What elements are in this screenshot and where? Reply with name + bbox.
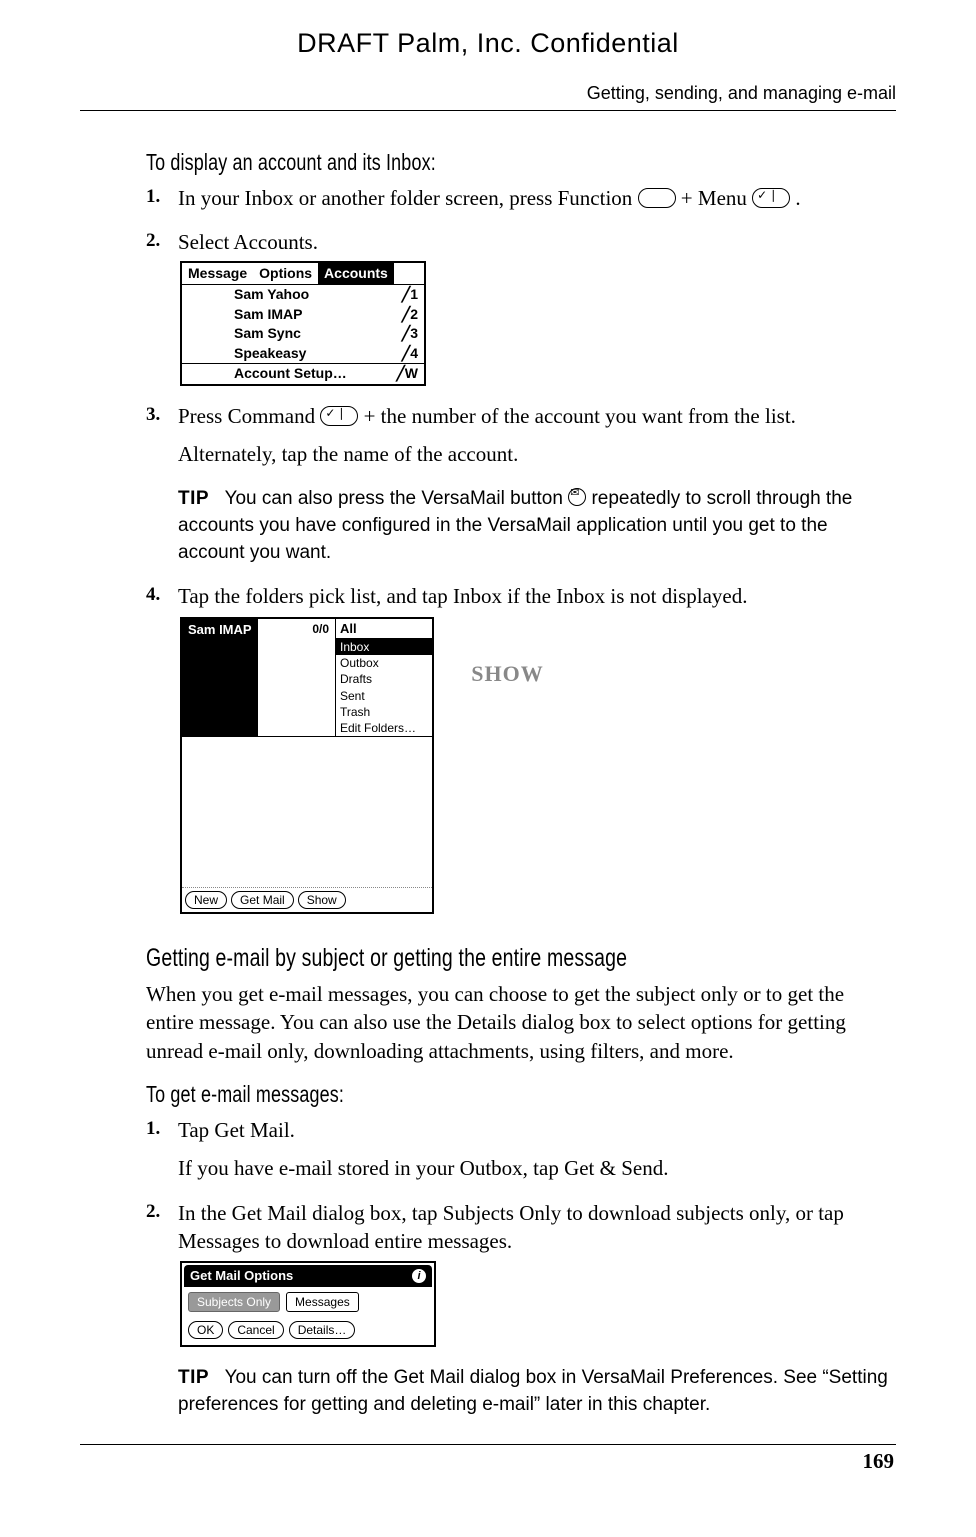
step-3: 3. Press Command + the number of the acc… xyxy=(146,402,890,566)
show-button: Show xyxy=(298,891,346,909)
header-rule xyxy=(80,110,896,111)
step-number: 3. xyxy=(146,402,160,428)
running-header: Getting, sending, and managing e-mail xyxy=(80,83,896,110)
step-1: 1. In your Inbox or another folder scree… xyxy=(146,184,890,212)
step-number: 2. xyxy=(146,1199,160,1225)
command-key-icon xyxy=(320,406,358,426)
callout-show: SHOW xyxy=(471,659,543,689)
versamail-button-icon xyxy=(568,488,586,506)
screenshot-accounts-menu: Message Options Accounts Sam Yahoo╱1 Sam… xyxy=(180,261,426,386)
step-number: 1. xyxy=(146,184,160,210)
picklist-top: All xyxy=(336,619,432,640)
tip-label: TIP xyxy=(178,1367,209,1388)
section-intro: When you get e-mail messages, you can ch… xyxy=(146,980,890,1065)
step2-1-subtext: If you have e-mail stored in your Outbox… xyxy=(178,1154,890,1182)
subhead-get-email: To get e-mail messages: xyxy=(146,1079,726,1110)
ok-button: OK xyxy=(188,1321,223,1339)
step-1-text-a: In your Inbox or another folder screen, … xyxy=(178,186,638,210)
dialog-title: Get Mail Options xyxy=(190,1267,293,1285)
picklist-option: Sent xyxy=(336,688,432,704)
picklist-option: Trash xyxy=(336,704,432,720)
menu-key-icon xyxy=(752,188,790,208)
screenshot-get-mail-dialog: Get Mail Options Subjects Only Messages … xyxy=(180,1261,436,1347)
get-mail-button: Get Mail xyxy=(231,891,294,909)
step-number: 1. xyxy=(146,1116,160,1142)
step-4-text: Tap the folders pick list, and tap Inbox… xyxy=(178,584,748,608)
step-number: 2. xyxy=(146,228,160,254)
picklist-option: Edit Folders… xyxy=(336,720,432,736)
step-3-subtext: Alternately, tap the name of the account… xyxy=(178,440,890,468)
step-1-text-b: + Menu xyxy=(681,186,752,210)
step2-1: 1. Tap Get Mail. If you have e-mail stor… xyxy=(146,1116,890,1183)
step-4: 4. Tap the folders pick list, and tap In… xyxy=(146,582,890,924)
step-1-text-c: . xyxy=(795,186,800,210)
screenshot-folder-picklist: Sam IMAP 0/0 All Inbox Outbox Drafts Sen… xyxy=(180,617,434,915)
step-3-text-a: Press Command xyxy=(178,404,320,428)
tip-2-text-b: later in this chapter. xyxy=(540,1394,710,1415)
tip-2-text-a: You can turn off the Get Mail dialog box… xyxy=(225,1367,823,1388)
folder-picklist: All Inbox Outbox Drafts Sent Trash Edit … xyxy=(336,619,432,737)
page-number: 169 xyxy=(80,1449,896,1474)
step-2: 2. Select Accounts. Message Options Acco… xyxy=(146,228,890,385)
picklist-option: Inbox xyxy=(336,639,432,655)
cancel-button: Cancel xyxy=(228,1321,283,1339)
menu-row: Sam Yahoo╱1 xyxy=(182,285,424,305)
step2-2-text: In the Get Mail dialog box, tap Subjects… xyxy=(178,1201,844,1253)
new-button: New xyxy=(185,891,227,909)
step-3-text-b: + the number of the account you want fro… xyxy=(364,404,796,428)
menu-row: Sam IMAP╱2 xyxy=(182,305,424,325)
draft-confidential-header: DRAFT Palm, Inc. Confidential xyxy=(80,28,896,59)
menu-tab-message: Message xyxy=(182,263,253,285)
menu-row: Sam Sync╱3 xyxy=(182,324,424,344)
menu-tab-accounts: Accounts xyxy=(318,263,394,285)
function-key-icon xyxy=(638,188,676,208)
tip-block-2: TIP You can turn off the Get Mail dialog… xyxy=(178,1365,890,1418)
picklist-option: Drafts xyxy=(336,671,432,687)
picklist-option: Outbox xyxy=(336,655,432,671)
step2-2: 2. In the Get Mail dialog box, tap Subje… xyxy=(146,1199,890,1419)
tip-label: TIP xyxy=(178,488,209,509)
tip-block-1: TIP You can also press the VersaMail but… xyxy=(178,486,890,566)
tip-1-text-a: You can also press the VersaMail button xyxy=(225,488,569,509)
section-head-getting-email: Getting e-mail by subject or getting the… xyxy=(146,942,726,976)
step2-1-text: Tap Get Mail. xyxy=(178,1118,295,1142)
step-2-text: Select Accounts. xyxy=(178,230,318,254)
tab-messages: Messages xyxy=(286,1292,359,1312)
menu-row-setup: Account Setup…╱W xyxy=(182,364,424,384)
menu-tab-options: Options xyxy=(253,263,318,285)
footer-rule xyxy=(80,1444,896,1445)
step-number: 4. xyxy=(146,582,160,608)
menu-row: Speakeasy╱4 xyxy=(182,344,424,364)
info-icon xyxy=(412,1269,426,1283)
app-title: Sam IMAP xyxy=(182,619,258,737)
subhead-display-account: To display an account and its Inbox: xyxy=(146,147,726,178)
tab-subjects-only: Subjects Only xyxy=(188,1292,280,1312)
details-button: Details… xyxy=(289,1321,356,1339)
app-count: 0/0 xyxy=(258,619,336,737)
